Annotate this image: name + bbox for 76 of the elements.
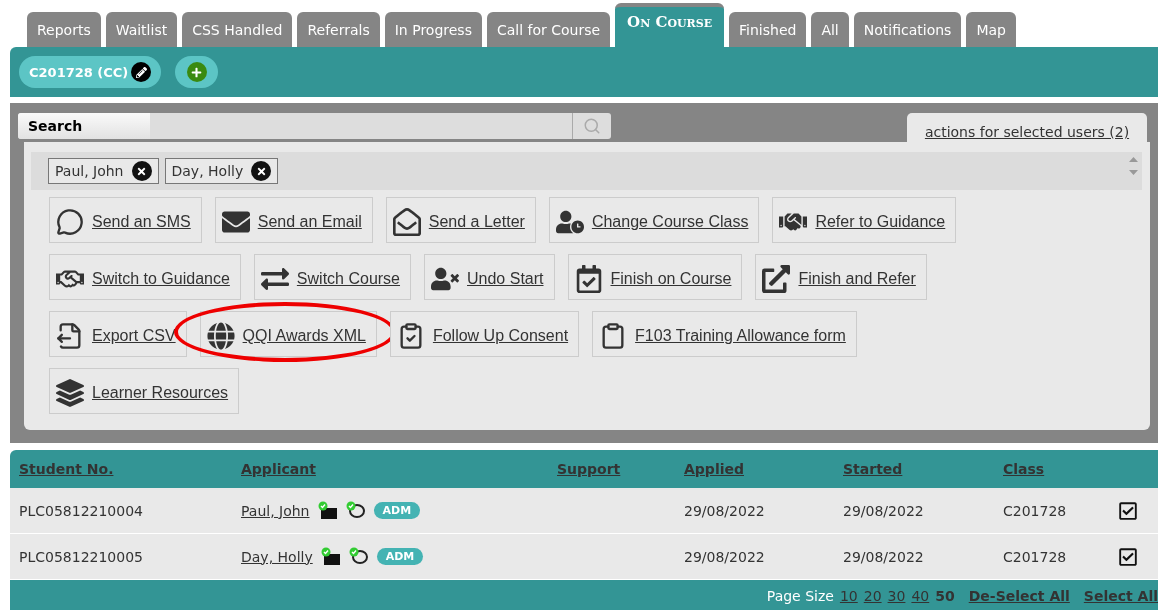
actions-tab[interactable]: actions for selected users (2) — [907, 113, 1147, 142]
globe-icon — [206, 322, 235, 350]
tab[interactable]: Map — [966, 12, 1016, 47]
layers-icon — [56, 379, 84, 407]
pencil-icon[interactable] — [131, 62, 152, 82]
tab[interactable]: Reports — [27, 12, 101, 47]
status-badge: ADM — [373, 502, 421, 519]
tab[interactable]: On Course — [615, 3, 725, 47]
table-cell-text: 29/08/2022 — [843, 502, 925, 519]
action-button[interactable]: Export CSV — [49, 311, 187, 357]
remove-icon[interactable] — [131, 161, 152, 181]
message-sent-icon — [345, 500, 366, 521]
plus-icon — [186, 62, 207, 82]
page-size-link[interactable]: 20 — [863, 587, 882, 604]
tab[interactable]: Call for Course — [486, 12, 611, 47]
table-cell-text: PLC05812210004 — [19, 502, 144, 519]
action-button[interactable]: Refer to Guidance — [772, 197, 957, 243]
applicant-link[interactable]: Day, Holly — [241, 548, 313, 565]
column-header[interactable]: Support — [557, 461, 684, 477]
action-button[interactable]: F103 Training Allowance form — [592, 311, 857, 357]
action-button[interactable]: Send an Email — [214, 197, 373, 243]
action-button[interactable]: Undo Start — [424, 254, 555, 300]
class-chip[interactable]: C201728 (CC) — [19, 56, 162, 88]
action-button[interactable]: Send a Letter — [385, 197, 536, 243]
action-button[interactable]: Switch Course — [253, 254, 411, 300]
column-header[interactable]: Class — [1003, 461, 1118, 477]
page-size-link[interactable]: 50 — [935, 587, 955, 604]
column-header[interactable]: Applied — [684, 461, 843, 477]
search-label: Search — [18, 113, 150, 139]
page-size-link[interactable]: 30 — [887, 587, 906, 604]
status-badge: ADM — [376, 548, 424, 565]
select-link[interactable]: De-Select All — [968, 587, 1070, 604]
page-size-link[interactable]: 40 — [911, 587, 930, 604]
action-button[interactable]: Finish and Refer — [755, 254, 927, 300]
tab[interactable]: Finished — [729, 12, 807, 47]
mail-sent-icon — [320, 546, 341, 567]
action-button[interactable]: Finish on Course — [567, 254, 743, 300]
column-header[interactable]: Started — [843, 461, 1003, 477]
action-button[interactable]: Switch to Guidance — [49, 254, 241, 300]
action-button[interactable]: QQI Awards XML — [199, 311, 377, 357]
calendar-check-icon — [574, 265, 603, 293]
tab[interactable]: Notifications — [853, 12, 962, 47]
tab[interactable]: CSS Handled — [182, 12, 293, 47]
swap-arrows-icon — [260, 265, 289, 293]
user-name: Day, Holly — [171, 163, 244, 179]
column-header[interactable]: Student No. — [19, 461, 241, 477]
message-sent-icon — [348, 546, 369, 567]
select-link[interactable]: Select All — [1083, 587, 1158, 604]
external-link-icon — [762, 265, 791, 293]
tab[interactable]: Waitlist — [105, 12, 178, 47]
action-button[interactable]: Learner Resources — [49, 368, 240, 414]
user-remove-icon — [431, 265, 459, 293]
mail-sent-icon — [317, 500, 338, 521]
user-clock-icon — [555, 208, 584, 236]
file-export-icon — [56, 322, 84, 350]
action-button[interactable]: Follow Up Consent — [389, 311, 580, 357]
speech-bubble-icon — [56, 208, 84, 236]
table-cell-text: C201728 — [1003, 502, 1068, 519]
table-cell-text: C201728 — [1003, 548, 1068, 565]
action-button[interactable]: Send an SMS — [49, 197, 202, 243]
table-cell-text: PLC05812210005 — [19, 548, 144, 565]
table-cell-text: 29/08/2022 — [684, 548, 766, 565]
user-name: Paul, John — [55, 163, 124, 179]
page-size-label: Page Size — [766, 587, 834, 604]
column-header[interactable]: Applicant — [241, 461, 557, 477]
open-envelope-icon — [392, 208, 421, 236]
action-button[interactable]: Change Course Class — [548, 197, 760, 243]
search-field[interactable]: Search — [18, 113, 611, 139]
applicant-link[interactable]: Paul, John — [241, 502, 310, 519]
tab[interactable]: Referrals — [297, 12, 380, 47]
tab[interactable]: All — [811, 12, 849, 47]
table-cell-text: 29/08/2022 — [684, 502, 766, 519]
tab[interactable]: In Progress — [384, 12, 482, 47]
page-size-link[interactable]: 10 — [839, 587, 858, 604]
table-cell-text: 29/08/2022 — [843, 548, 925, 565]
remove-icon[interactable] — [251, 161, 272, 181]
